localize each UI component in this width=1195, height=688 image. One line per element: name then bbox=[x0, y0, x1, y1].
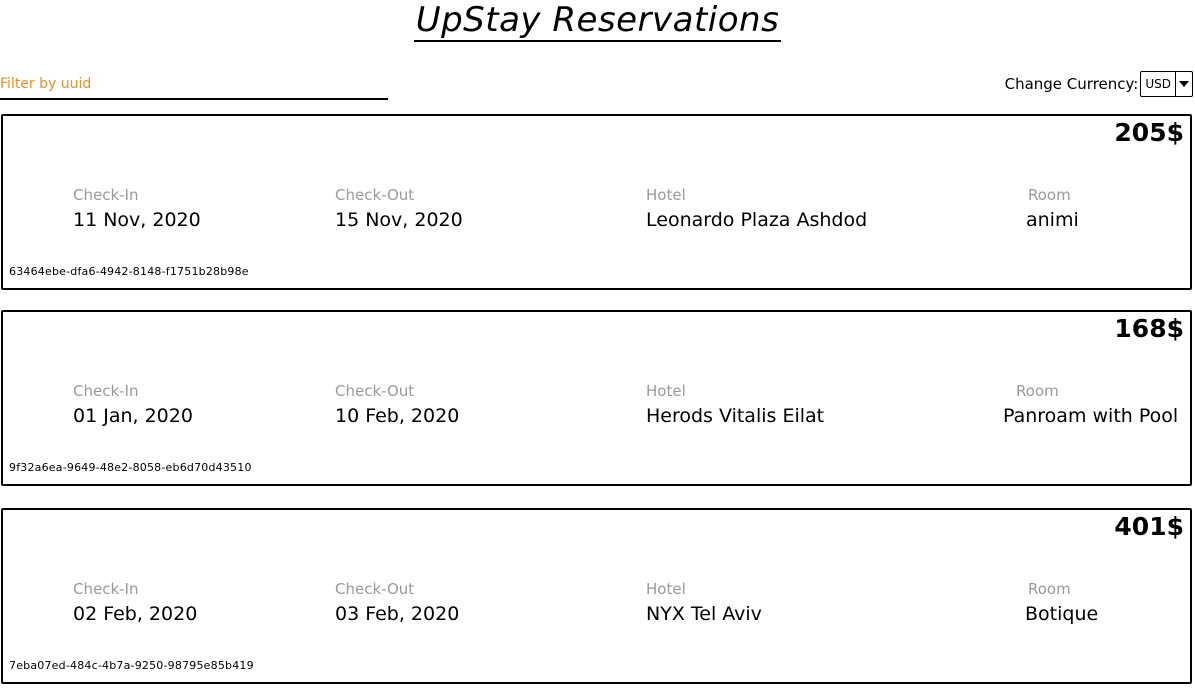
check-out-label: Check-Out bbox=[335, 382, 415, 400]
filter-placeholder: Filter by uuid bbox=[0, 76, 92, 92]
reservation-price: 205$ bbox=[1114, 118, 1184, 147]
reservation-card[interactable]: 168$ Check-In 01 Jan, 2020 Check-Out 10 … bbox=[1, 310, 1192, 486]
currency-selector: Change Currency: USD bbox=[1005, 71, 1193, 97]
room-label: Room bbox=[1028, 186, 1071, 204]
hotel-field: Hotel NYX Tel Aviv bbox=[646, 580, 762, 626]
check-in-value: 11 Nov, 2020 bbox=[73, 209, 201, 231]
room-label: Room bbox=[1016, 382, 1059, 400]
room-label: Room bbox=[1028, 580, 1071, 598]
currency-dropdown[interactable]: USD bbox=[1140, 71, 1193, 97]
reservation-card[interactable]: 401$ Check-In 02 Feb, 2020 Check-Out 03 … bbox=[1, 508, 1192, 684]
check-out-field: Check-Out 03 Feb, 2020 bbox=[335, 580, 459, 626]
hotel-value: Herods Vitalis Eilat bbox=[646, 405, 825, 427]
check-in-label: Check-In bbox=[73, 382, 139, 400]
check-in-label: Check-In bbox=[73, 186, 139, 204]
currency-selected-value: USD bbox=[1141, 72, 1176, 96]
room-value: animi bbox=[1026, 209, 1079, 231]
currency-label: Change Currency: bbox=[1004, 75, 1139, 93]
check-in-field: Check-In 11 Nov, 2020 bbox=[73, 186, 201, 232]
check-in-field: Check-In 02 Feb, 2020 bbox=[73, 580, 197, 626]
reservation-uuid: 9f32a6ea-9649-48e2-8058-eb6d70d43510 bbox=[9, 461, 252, 474]
hotel-value: Leonardo Plaza Ashdod bbox=[646, 209, 868, 231]
room-value: Botique bbox=[1025, 603, 1099, 625]
room-value: Panroam with Pool bbox=[1003, 405, 1179, 427]
check-out-field: Check-Out 15 Nov, 2020 bbox=[335, 186, 463, 232]
check-out-label: Check-Out bbox=[335, 580, 415, 598]
check-out-value: 10 Feb, 2020 bbox=[335, 405, 460, 427]
reservation-price: 401$ bbox=[1114, 512, 1184, 541]
check-out-value: 15 Nov, 2020 bbox=[335, 209, 463, 231]
hotel-field: Hotel Herods Vitalis Eilat bbox=[646, 382, 824, 428]
check-out-value: 03 Feb, 2020 bbox=[335, 603, 460, 625]
chevron-down-icon[interactable] bbox=[1176, 72, 1192, 96]
check-in-value: 01 Jan, 2020 bbox=[73, 405, 193, 427]
hotel-value: NYX Tel Aviv bbox=[646, 603, 762, 625]
reservation-card[interactable]: 205$ Check-In 11 Nov, 2020 Check-Out 15 … bbox=[1, 114, 1192, 290]
hotel-label: Hotel bbox=[646, 382, 686, 400]
reservation-price: 168$ bbox=[1114, 314, 1184, 343]
check-out-field: Check-Out 10 Feb, 2020 bbox=[335, 382, 459, 428]
hotel-field: Hotel Leonardo Plaza Ashdod bbox=[646, 186, 867, 232]
filter-uuid-input[interactable]: Filter by uuid bbox=[0, 72, 388, 100]
room-field: Room Botique bbox=[1025, 580, 1098, 626]
page-title: UpStay Reservations bbox=[413, 0, 782, 42]
room-field: Room Panroam with Pool bbox=[1003, 382, 1178, 428]
room-field: Room animi bbox=[1026, 186, 1079, 232]
check-in-value: 02 Feb, 2020 bbox=[73, 603, 198, 625]
page-header: UpStay Reservations bbox=[0, 0, 1195, 44]
reservation-uuid: 7eba07ed-484c-4b7a-9250-98795e85b419 bbox=[9, 659, 254, 672]
hotel-label: Hotel bbox=[646, 186, 686, 204]
check-in-label: Check-In bbox=[73, 580, 139, 598]
hotel-label: Hotel bbox=[646, 580, 686, 598]
check-out-label: Check-Out bbox=[335, 186, 415, 204]
reservation-uuid: 63464ebe-dfa6-4942-8148-f1751b28b98e bbox=[9, 265, 249, 278]
check-in-field: Check-In 01 Jan, 2020 bbox=[73, 382, 193, 428]
